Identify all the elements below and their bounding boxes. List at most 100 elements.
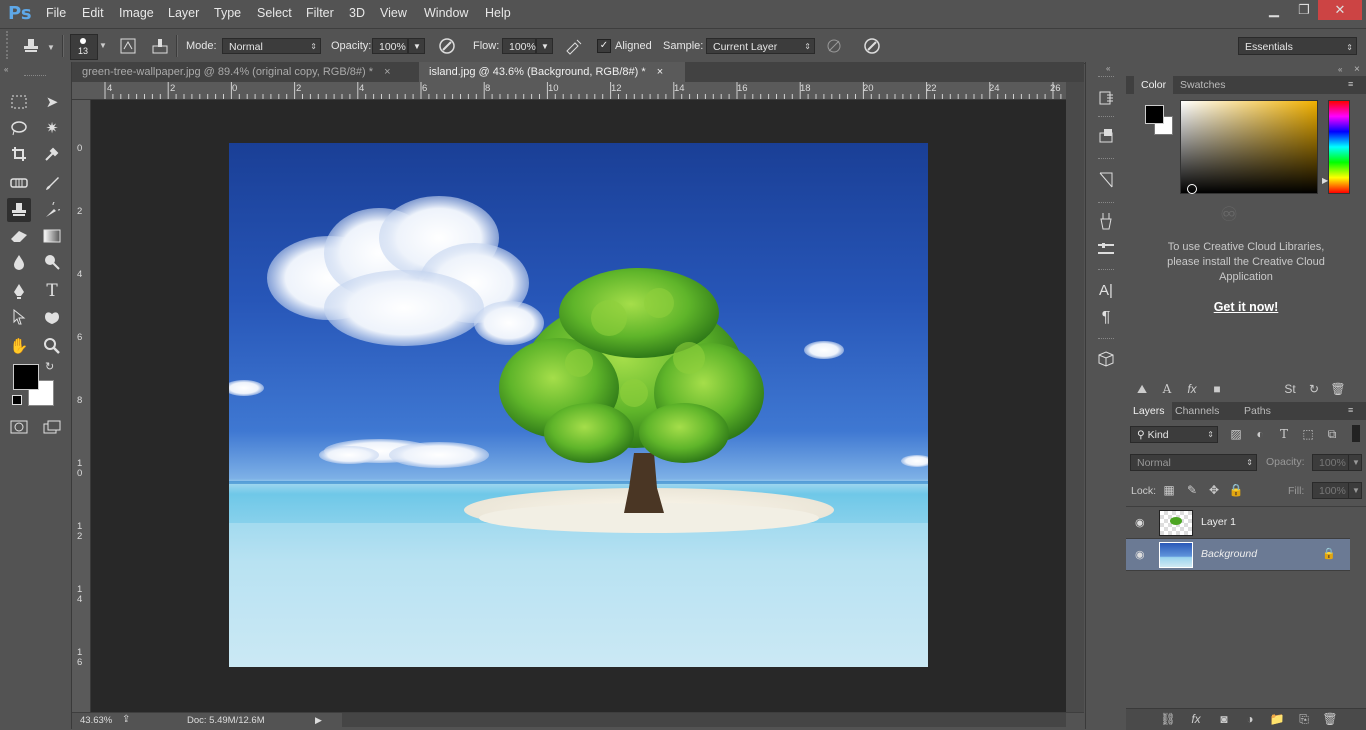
layer-row-background[interactable]: ◉ Background 🔒 [1126,539,1350,571]
eraser-tool-icon[interactable] [7,224,31,248]
fill-dropdown-icon[interactable]: ▼ [1348,482,1362,499]
pressure-size-icon[interactable] [861,35,883,57]
minimize-button[interactable]: ▁ [1258,0,1290,20]
visibility-eye-icon[interactable]: ◉ [1135,548,1145,561]
menu-filter[interactable]: Filter [306,6,334,20]
close-tab-icon[interactable]: × [384,66,390,78]
zoom-level[interactable]: 43.63% [80,715,112,726]
sync-icon[interactable]: ↻ [1304,381,1324,397]
pressure-opacity-icon[interactable] [436,35,458,57]
hue-slider-arrow-icon[interactable]: ▶ [1322,176,1328,185]
mode-select[interactable]: Normal ⇕ [222,38,321,54]
add-color-icon[interactable]: ■ [1207,381,1227,397]
doc-tab-green-tree[interactable]: green-tree-wallpaper.jpg @ 89.4% (origin… [72,62,418,82]
delete-library-icon[interactable]: 🗑 [1328,381,1348,397]
lock-all-icon[interactable]: 🔒 [1226,482,1246,498]
crop-tool-icon[interactable] [7,142,31,166]
add-layer-style-icon[interactable]: fx [1186,711,1206,727]
hand-tool-icon[interactable]: ✋ [7,334,31,358]
screen-mode-icon[interactable] [40,415,64,439]
add-character-style-icon[interactable]: A [1157,381,1177,397]
clone-source-panel-icon[interactable] [149,35,171,57]
lock-transparent-icon[interactable]: ▦ [1159,482,1179,498]
vertical-scrollbar[interactable] [1066,82,1084,712]
add-mask-icon[interactable]: ◙ [1214,711,1234,727]
filter-pixel-icon[interactable]: ▨ [1226,426,1246,442]
clone-source-icon[interactable] [1094,237,1118,261]
add-graphic-icon[interactable]: ⛰ [1132,381,1152,397]
clone-stamp-tool-icon[interactable] [7,198,31,222]
document-canvas[interactable] [229,143,928,667]
filter-shape-icon[interactable]: ⬚ [1298,426,1318,442]
share-icon[interactable]: ⇪ [122,714,130,725]
new-adjustment-layer-icon[interactable]: ◑ [1240,711,1260,727]
filter-type-icon[interactable]: T [1274,426,1294,442]
custom-shape-tool-icon[interactable] [40,305,64,329]
close-button[interactable]: ✕ [1318,0,1362,20]
workspace-select[interactable]: Essentials ⇕ [1238,37,1357,55]
layer-opacity-input[interactable]: 100% [1312,454,1350,471]
add-layer-style-icon[interactable]: fx [1182,381,1202,397]
brush-panel-toggle-icon[interactable] [117,35,139,57]
gradient-tool-icon[interactable] [40,224,64,248]
link-layers-icon[interactable]: ⛓ [1158,711,1178,727]
move-tool-icon[interactable]: ➤ [40,90,64,114]
delete-layer-icon[interactable]: 🗑 [1320,711,1340,727]
layer-name[interactable]: Layer 1 [1201,516,1236,528]
color-fg-swatch[interactable] [1145,105,1164,124]
tab-paths[interactable]: Paths [1237,402,1278,420]
menu-help[interactable]: Help [485,6,511,20]
menu-layer[interactable]: Layer [168,6,199,20]
3d-panel-icon[interactable] [1094,347,1118,371]
menu-window[interactable]: Window [424,6,468,20]
filter-kind-select[interactable]: ⚲ Kind ⇕ [1130,426,1218,443]
dock-collapse-icon[interactable]: « [1106,64,1110,73]
brush-dropdown-icon[interactable]: ▼ [99,41,107,50]
panel-menu-icon[interactable]: ≡ [1348,405,1353,415]
dodge-tool-icon[interactable] [40,250,64,274]
hue-slider[interactable] [1328,100,1350,194]
panel-menu-icon[interactable]: ≡ [1348,79,1353,89]
foreground-color-swatch[interactable] [13,364,39,390]
opacity-dropdown-icon[interactable]: ▼ [408,38,425,54]
new-layer-icon[interactable]: ⎘ [1294,711,1314,727]
filter-toggle[interactable] [1352,425,1360,442]
magic-wand-tool-icon[interactable]: ✷ [40,116,64,140]
swap-colors-icon[interactable]: ↻ [45,360,54,373]
close-tab-icon[interactable]: × [657,66,663,78]
default-colors-icon[interactable] [12,395,22,405]
flow-dropdown-icon[interactable]: ▼ [536,38,553,54]
filter-smart-object-icon[interactable]: ⧉ [1322,426,1342,442]
doc-tab-island[interactable]: island.jpg @ 43.6% (Background, RGB/8#) … [419,62,685,82]
horizontal-scrollbar[interactable] [342,713,1066,727]
menu-file[interactable]: File [46,6,66,20]
visibility-eye-icon[interactable]: ◉ [1135,516,1145,529]
ignore-adjustment-layers-icon[interactable] [823,35,845,57]
menu-type[interactable]: Type [214,6,241,20]
layer-opacity-dropdown-icon[interactable]: ▼ [1348,454,1362,471]
menu-select[interactable]: Select [257,6,292,20]
menu-3d[interactable]: 3D [349,6,365,20]
restore-button[interactable]: ❐ [1288,0,1320,20]
tool-preset-arrow-icon[interactable]: ▼ [47,43,55,52]
fill-input[interactable]: 100% [1312,482,1350,499]
zoom-tool-icon[interactable] [40,334,64,358]
panel-close-icon[interactable]: × [1354,64,1360,75]
lock-position-icon[interactable]: ✥ [1204,482,1224,498]
tab-channels[interactable]: Channels [1168,402,1226,420]
new-group-icon[interactable]: 📁 [1267,711,1287,727]
opacity-input[interactable]: 100% [372,38,408,54]
ruler-origin[interactable] [72,82,91,100]
status-menu-arrow-icon[interactable]: ▶ [315,715,322,726]
brush-panel-icon[interactable] [1094,209,1118,233]
menu-view[interactable]: View [380,6,407,20]
blur-tool-icon[interactable] [7,250,31,274]
history-brush-tool-icon[interactable] [40,198,64,222]
flow-input[interactable]: 100% [502,38,536,54]
type-tool-icon[interactable]: T [40,279,64,303]
filter-adjustment-icon[interactable]: ◐ [1250,426,1270,442]
blend-mode-select[interactable]: Normal ⇕ [1130,454,1257,471]
tab-swatches[interactable]: Swatches [1173,76,1233,94]
adjustments-panel-icon[interactable] [1094,168,1118,192]
color-field[interactable] [1180,100,1318,194]
